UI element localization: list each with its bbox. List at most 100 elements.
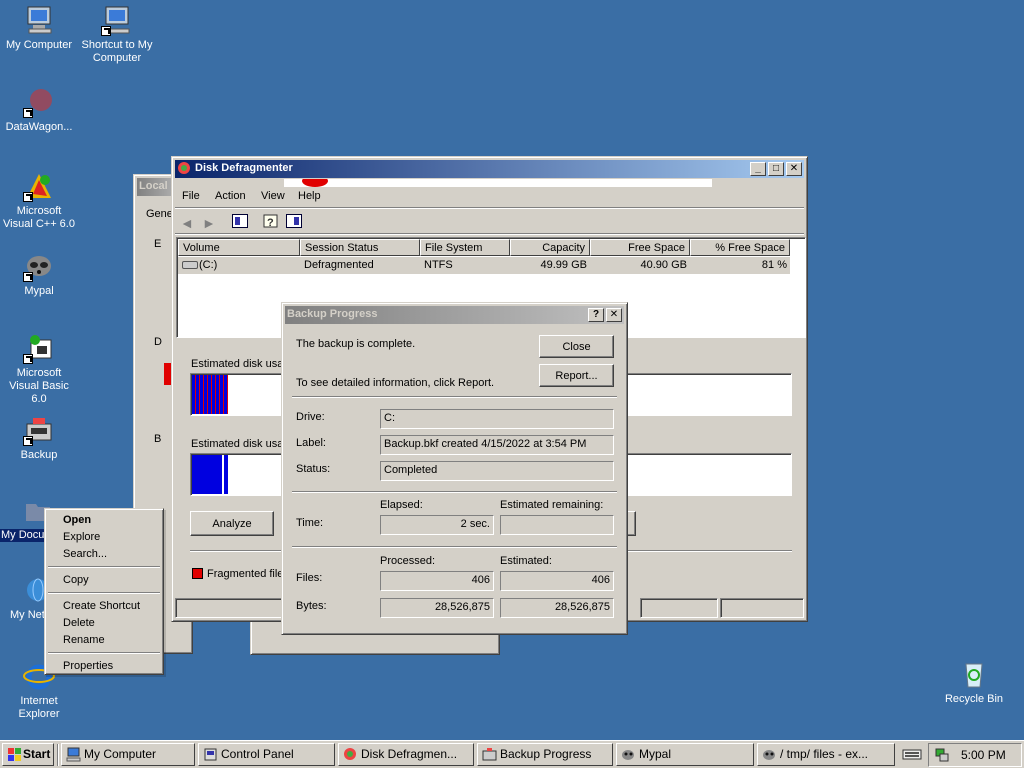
show-hide-tree-icon[interactable] (232, 214, 248, 228)
desktop-icon-label: Mypal (24, 285, 54, 297)
desktop-icon-visual-cpp[interactable]: Microsoft Visual C++ 6.0 (0, 170, 78, 231)
task-disk-defragmenter[interactable]: Disk Defragmen... (338, 743, 474, 766)
raccoon-icon (23, 250, 55, 282)
computer-icon (23, 4, 55, 36)
task-backup-progress[interactable]: Backup Progress (477, 743, 613, 766)
backup-titlebar[interactable]: Backup Progress ? ✕ (285, 306, 624, 324)
help-button[interactable]: ? (588, 308, 604, 322)
desktop-icon-my-computer[interactable]: My Computer (0, 4, 78, 52)
raccoon-icon (621, 747, 636, 762)
divider (292, 491, 617, 493)
clock[interactable]: 5:00 PM (961, 748, 1006, 762)
desktop-icon-label: DataWagon... (5, 121, 73, 133)
elapsed-label: Elapsed: (380, 499, 423, 511)
status-pane (640, 598, 718, 618)
task-mypal[interactable]: Mypal (616, 743, 754, 766)
toolbar-divider (175, 233, 804, 235)
backup-progress-dialog[interactable]: Backup Progress ? ✕ The backup is comple… (281, 302, 628, 635)
svg-text:?: ? (267, 217, 274, 229)
start-label: Start (23, 747, 51, 761)
menu-action[interactable]: Action (215, 190, 246, 202)
menu-item-explore[interactable]: Explore (48, 529, 160, 546)
desktop-icon-datawagon[interactable]: DataWagon... (0, 86, 78, 134)
divider (292, 546, 617, 548)
control-panel-icon (203, 747, 218, 762)
overlay-strip (284, 179, 712, 187)
task-tmp-files[interactable]: / tmp/ files - ex... (757, 743, 895, 766)
desktop-icon-mypal[interactable]: Mypal (0, 250, 78, 298)
desktop-icon-label: Shortcut to My Computer (81, 39, 153, 64)
computer-icon (66, 747, 81, 762)
desktop-icon-label: My Docu (0, 529, 46, 542)
volume-row-c[interactable]: (C:) Defragmented NTFS 49.99 GB 40.90 GB… (178, 257, 790, 274)
back-arrow-icon[interactable]: ◄ (180, 215, 194, 231)
desktop-icon-label: Internet Explorer (18, 695, 60, 720)
menu-item-rename[interactable]: Rename (48, 632, 160, 649)
menu-divider (175, 207, 804, 209)
before-usage-bar (192, 375, 228, 414)
column-header-free-space[interactable]: Free Space (590, 239, 690, 256)
fragmented-legend-label: Fragmented file (207, 568, 284, 580)
analyze-button[interactable]: Analyze (190, 511, 274, 536)
task-label: / tmp/ files - ex... (780, 747, 869, 761)
task-my-computer[interactable]: My Computer (61, 743, 195, 766)
drive-label: Drive: (296, 411, 325, 423)
column-header-session-status[interactable]: Session Status (300, 239, 420, 256)
close-button[interactable]: ✕ (786, 162, 802, 176)
menu-item-properties[interactable]: Properties (48, 658, 160, 675)
menu-item-copy[interactable]: Copy (48, 572, 160, 589)
help-icon[interactable]: ? (263, 214, 279, 229)
menu-item-create-shortcut[interactable]: Create Shortcut (48, 598, 160, 615)
desktop-icon-backup[interactable]: Backup (0, 414, 78, 462)
group-label: D (154, 336, 162, 348)
defrag-titlebar[interactable]: Disk Defragmenter _ □ ✕ (175, 160, 804, 178)
context-menu[interactable]: Open Explore Search... Copy Create Short… (44, 508, 164, 675)
divider (292, 396, 617, 398)
menu-file[interactable]: File (182, 190, 200, 202)
properties-icon[interactable] (286, 214, 302, 228)
minimize-button[interactable]: _ (750, 162, 766, 176)
report-button[interactable]: Report... (539, 364, 614, 387)
fragmented-legend-swatch (192, 568, 203, 579)
task-control-panel[interactable]: Control Panel (198, 743, 335, 766)
task-label: Mypal (639, 747, 672, 761)
menu-item-delete[interactable]: Delete (48, 615, 160, 632)
datawagon-icon (23, 86, 55, 118)
defrag-icon (343, 747, 358, 762)
column-header-volume[interactable]: Volume (178, 239, 300, 256)
menu-help[interactable]: Help (298, 190, 321, 202)
desktop-icon-recycle-bin[interactable]: Recycle Bin (935, 658, 1013, 706)
menu-view[interactable]: View (261, 190, 285, 202)
status-pane (720, 598, 804, 618)
task-label: Disk Defragmen... (361, 747, 458, 761)
menu-item-search[interactable]: Search... (48, 546, 160, 563)
keyboard-icon[interactable] (902, 746, 922, 762)
drive-field: C: (380, 409, 614, 429)
column-header-pct-free[interactable]: % Free Space (690, 239, 790, 256)
desktop-icon-shortcut-my-computer[interactable]: Shortcut to My Computer (78, 4, 156, 65)
desktop-icon-visual-basic[interactable]: Microsoft Visual Basic 6.0 (0, 332, 78, 406)
close-button[interactable]: Close (539, 335, 614, 358)
defrag-title: Disk Defragmenter (195, 162, 293, 174)
processed-label: Processed: (380, 555, 436, 567)
start-button[interactable]: Start (2, 743, 54, 766)
cell-volume: (C:) (199, 259, 218, 271)
visual-cpp-icon (23, 170, 55, 202)
bytes-estimated-field: 28,526,875 (500, 598, 614, 618)
menu-separator (48, 566, 160, 568)
local-window-tab[interactable]: Gene (146, 208, 173, 220)
column-header-file-system[interactable]: File System (420, 239, 510, 256)
taskbar-separator (57, 744, 59, 766)
maximize-button[interactable]: □ (768, 162, 784, 176)
close-x-button[interactable]: ✕ (606, 308, 622, 322)
drive-icon (182, 261, 198, 269)
column-header-capacity[interactable]: Capacity (510, 239, 590, 256)
desktop-icon-label: Microsoft Visual C++ 6.0 (3, 205, 75, 230)
forward-arrow-icon[interactable]: ► (202, 215, 216, 231)
menu-item-open[interactable]: Open (48, 512, 160, 529)
defrag-app-icon (177, 161, 191, 175)
desktop-icon-label: My Computer (5, 39, 73, 51)
task-label: Control Panel (221, 747, 294, 761)
group-label: E (154, 238, 162, 250)
network-tray-icon[interactable] (934, 747, 950, 763)
